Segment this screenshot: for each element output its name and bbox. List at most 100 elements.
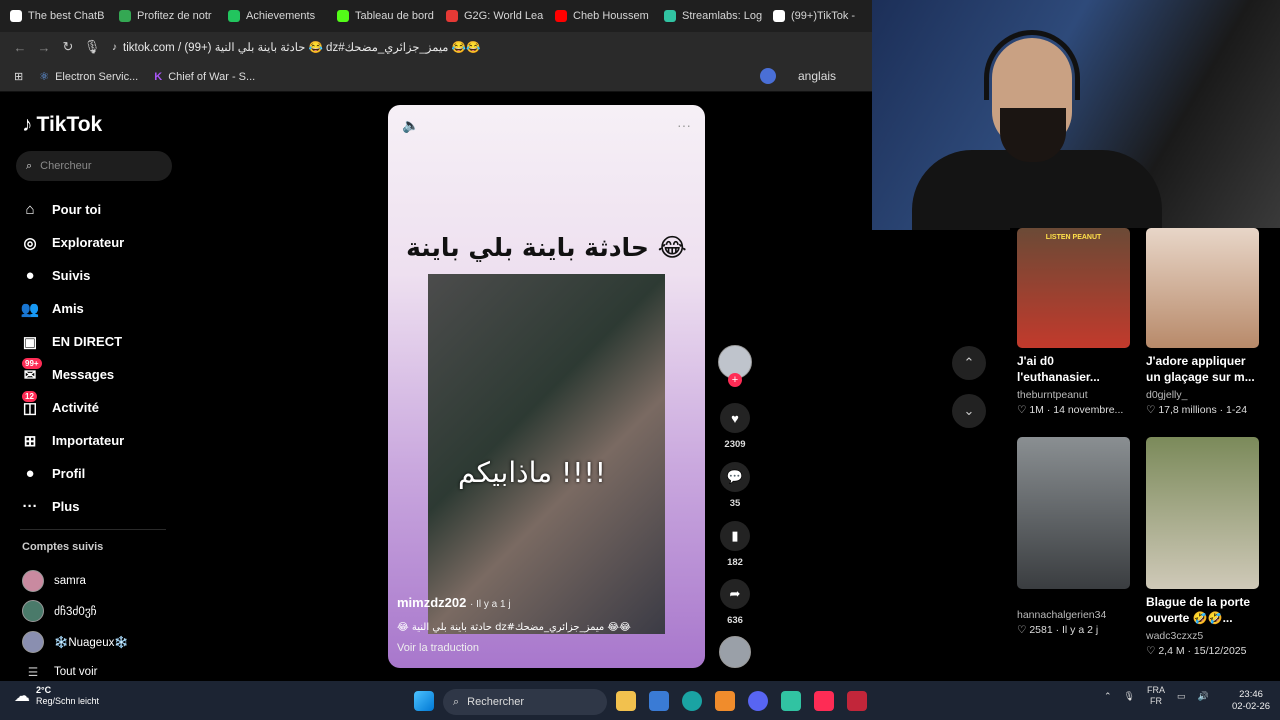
card-stats: ♡ 2,4 M · 15/12/2025 — [1146, 645, 1247, 657]
language-label[interactable]: FRA — [1147, 685, 1165, 696]
network-icon[interactable]: ▭ — [1177, 691, 1186, 702]
sidebar-item-plus[interactable]: ··· Plus — [20, 490, 124, 523]
microphone-icon[interactable]: 🎙 — [1124, 691, 1135, 702]
browser-icon[interactable] — [682, 691, 702, 711]
browser-tab[interactable]: Streamlabs: Log — [654, 0, 763, 32]
bookmark-electron[interactable]: ⚛ Electron Servic... — [39, 70, 138, 84]
video-thumbnail[interactable]: LISTEN PEANUT — [1017, 228, 1130, 348]
tiktok-page: ♪ TikTok ⌕ Chercheur ⌂ Pour toi ◎ Explorate… — [0, 93, 1010, 681]
weather-text: Reg/Schn leicht — [36, 696, 100, 706]
bookmark-label: Chief of War - S... — [168, 70, 256, 83]
card-user[interactable]: hannachalgerien34 — [1017, 609, 1137, 621]
forward-icon[interactable]: → — [32, 35, 56, 59]
volume-icon[interactable]: 🔈 — [402, 117, 419, 134]
video-overlay-text: ماذابيكم !!!! — [458, 456, 606, 489]
k-logo-icon: K — [154, 70, 163, 83]
clock[interactable]: 23:46 02-02-26 — [1232, 689, 1270, 713]
sidebar-item-importateur[interactable]: ⊞ Importateur — [20, 424, 125, 457]
browser-tab[interactable]: Tableau de bord — [327, 0, 436, 32]
video-player[interactable]: 🔈 ··· حادثة باينة بلي باينة 😂 ماذابيكم !… — [388, 105, 705, 668]
browser-tab[interactable]: G2G: World Lea — [436, 0, 545, 32]
see-all-button[interactable]: ☰ Tout voir — [22, 665, 98, 679]
sidebar-item-label: Explorateur — [52, 235, 125, 250]
video-thumbnail[interactable] — [1146, 228, 1259, 348]
card-user[interactable]: theburntpeanut — [1017, 389, 1137, 401]
streamlabs-icon[interactable] — [781, 691, 801, 711]
apps-icon[interactable]: ⊞ — [14, 70, 23, 83]
following-account[interactable]: ძჩ3ძ0ჳჩ — [22, 600, 97, 622]
store-icon[interactable] — [649, 691, 669, 711]
feed-card[interactable]: LISTEN PEANUT J'ai d0 l'euthanasier... t… — [1017, 228, 1137, 416]
creator-avatar[interactable]: + — [716, 345, 754, 387]
next-video-button[interactable]: ⌄ — [952, 394, 986, 428]
following-account[interactable]: ❄️Nuageux❄️ — [22, 631, 129, 653]
weather-widget[interactable]: ☁ 2°C Reg/Schn leicht — [14, 685, 99, 707]
headset-icon — [984, 30, 1080, 100]
chevron-down-icon: ⌄ — [963, 403, 975, 418]
windows-start-icon[interactable] — [414, 691, 434, 711]
streamer-body — [912, 150, 1162, 230]
video-thumbnail[interactable] — [1017, 437, 1130, 589]
tf-app-icon[interactable] — [847, 691, 867, 711]
tab-favicon-icon — [10, 10, 22, 22]
browser-tab[interactable]: Cheb Houssem — [545, 0, 654, 32]
browser-tab[interactable]: Achievements — [218, 0, 327, 32]
video-author[interactable]: mimzdz202 · Il y a 1 j — [397, 595, 511, 610]
sidebar-item-activité[interactable]: ◫ 12 Activité — [20, 391, 124, 424]
sidebar-item-explorateur[interactable]: ◎ Explorateur — [20, 226, 124, 259]
sidebar-item-amis[interactable]: 👥 Amis — [20, 292, 124, 325]
home-icon: ⌂ — [25, 201, 35, 218]
sidebar-item-label: Amis — [52, 301, 84, 316]
search-input[interactable]: ⌕ Chercheur — [16, 151, 172, 181]
chevron-up-icon[interactable]: ⌃ — [1104, 691, 1112, 702]
like-button[interactable]: ♥ 2309 — [716, 403, 754, 450]
file-explorer-icon[interactable] — [616, 691, 636, 711]
volume-icon[interactable]: 🔊 — [1198, 691, 1209, 702]
sidebar-item-suivis[interactable]: ● Suivis — [20, 259, 124, 292]
reload-icon[interactable]: ↻ — [56, 35, 80, 59]
comment-icon: 💬 — [720, 462, 750, 492]
sidebar-item-pour-toi[interactable]: ⌂ Pour toi — [20, 193, 124, 226]
feed-card[interactable]: hannachalgerien34 ♡ 2581 · Il y a 2 j — [1017, 437, 1137, 636]
tiktok-logo[interactable]: ♪ TikTok — [22, 113, 102, 137]
feed-card[interactable]: Blague de la porte ouverte 🤣🤣... wadc3cz… — [1146, 437, 1266, 657]
feed-card[interactable]: J'adore appliquer un glaçage sur m... d0… — [1146, 228, 1266, 416]
microphone-icon[interactable]: 🎙 — [80, 35, 104, 59]
keyboard-label[interactable]: FR — [1147, 696, 1165, 707]
see-translation-link[interactable]: Voir la traduction — [397, 642, 479, 654]
browser-tab[interactable]: The best ChatB — [0, 0, 109, 32]
card-user[interactable]: d0gjelly_ — [1146, 389, 1266, 401]
following-account[interactable]: samra — [22, 570, 86, 592]
comment-button[interactable]: 💬 35 — [716, 462, 754, 509]
back-icon[interactable]: ← — [8, 35, 32, 59]
save-button[interactable]: ▮ 182 — [716, 521, 754, 568]
previous-video-button[interactable]: ⌃ — [952, 346, 986, 380]
follow-plus-icon[interactable]: + — [728, 373, 742, 387]
card-user[interactable]: wadc3czxz5 — [1146, 630, 1266, 642]
translate-icon[interactable] — [760, 68, 776, 84]
share-button[interactable]: ➦ 636 — [716, 579, 754, 626]
bookmark-chief-of-war[interactable]: K Chief of War - S... — [154, 71, 255, 83]
sidebar-item-label: Importateur — [52, 433, 125, 448]
sidebar-item-profil[interactable]: ● Profil — [20, 457, 124, 490]
app-icon[interactable] — [715, 691, 735, 711]
video-thumbnail[interactable] — [1146, 437, 1259, 589]
taskbar-search[interactable]: ⌕ Rechercher — [443, 689, 607, 715]
comment-count: 35 — [729, 498, 741, 509]
tiktok-icon[interactable] — [814, 691, 834, 711]
more-options-icon[interactable]: ··· — [677, 117, 691, 134]
username[interactable]: mimzdz202 — [397, 595, 466, 610]
url-field[interactable]: ♪ tiktok.com / (99+) حادثة باينة بلي الن… — [112, 40, 480, 55]
search-label: Rechercher — [467, 696, 525, 708]
video-description: 😂 حادثة باينة بلي النية dz#ميمز_جزائري_م… — [397, 622, 631, 633]
browser-tab[interactable]: Profitez de notr — [109, 0, 218, 32]
profile-icon: ● — [25, 465, 35, 482]
browser-tab[interactable]: (99+)TikTok - — [763, 0, 872, 32]
tab-favicon-icon — [773, 10, 785, 22]
tab-label: Tableau de bord — [355, 10, 434, 22]
sidebar-item-en-direct[interactable]: ▣ EN DIRECT — [20, 325, 124, 358]
sound-disc[interactable] — [716, 636, 754, 668]
translate-language[interactable]: anglais — [798, 69, 836, 83]
discord-icon[interactable] — [748, 691, 768, 711]
sidebar-item-messages[interactable]: ✉ 99+ Messages — [20, 358, 124, 391]
